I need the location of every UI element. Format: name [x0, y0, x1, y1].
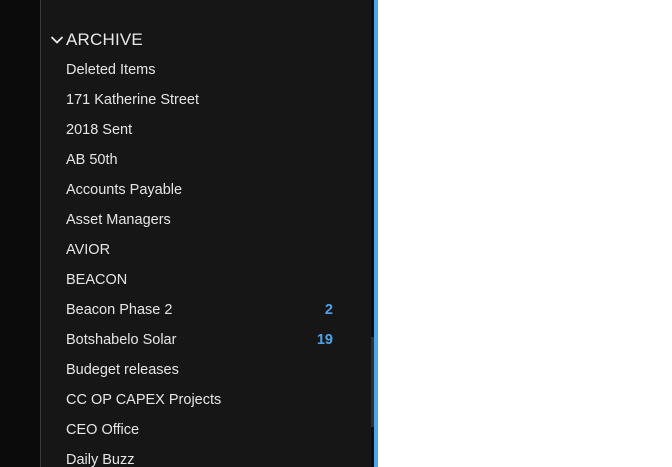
archive-section-title: ARCHIVE: [66, 30, 143, 49]
folder-name: CC OP CAPEX Projects: [66, 392, 222, 408]
folder-item[interactable]: AVIOR: [41, 235, 371, 265]
folder-name: Deleted Items: [66, 62, 156, 78]
folder-name: Budeget releases: [66, 362, 179, 378]
folder-name: Accounts Payable: [66, 182, 183, 198]
chevron-down-icon[interactable]: [49, 32, 65, 48]
folder-name: AB 50th: [66, 152, 118, 168]
folder-item[interactable]: 171 Katherine Street: [41, 85, 371, 115]
unread-count: 19: [316, 332, 333, 348]
folder-item[interactable]: CC OP CAPEX Projects: [41, 385, 371, 415]
message-list-pane: [378, 0, 672, 467]
folder-list: Deleted Items 171 Katherine Street 2018 …: [41, 55, 371, 467]
folder-name: 171 Katherine Street: [66, 92, 200, 108]
folder-item[interactable]: Beacon Phase 2 2: [41, 295, 371, 325]
folder-item[interactable]: Asset Managers: [41, 205, 371, 235]
folder-item[interactable]: Accounts Payable: [41, 175, 371, 205]
archive-section-header[interactable]: ARCHIVE: [49, 27, 143, 53]
folder-item[interactable]: Budeget releases: [41, 355, 371, 385]
folder-item[interactable]: BEACON: [41, 265, 371, 295]
folder-name: Daily Buzz: [66, 452, 135, 467]
folder-item[interactable]: Deleted Items: [41, 55, 371, 85]
unread-count: 2: [324, 302, 333, 318]
folder-item[interactable]: CEO Office: [41, 415, 371, 445]
folder-item[interactable]: Daily Buzz: [41, 445, 371, 467]
app-rail: [0, 0, 40, 467]
folder-item[interactable]: AB 50th: [41, 145, 371, 175]
folder-name: BEACON: [66, 272, 128, 288]
folder-name: AVIOR: [66, 242, 111, 258]
folder-item[interactable]: Botshabelo Solar 19: [41, 325, 371, 355]
folder-pane: ARCHIVE Deleted Items 171 Katherine Stre…: [41, 0, 371, 467]
folder-item[interactable]: 2018 Sent: [41, 115, 371, 145]
folder-name: 2018 Sent: [66, 122, 133, 138]
folder-name: CEO Office: [66, 422, 140, 438]
folder-name: Beacon Phase 2: [66, 302, 173, 318]
folder-name: Asset Managers: [66, 212, 171, 228]
folder-name: Botshabelo Solar: [66, 332, 177, 348]
